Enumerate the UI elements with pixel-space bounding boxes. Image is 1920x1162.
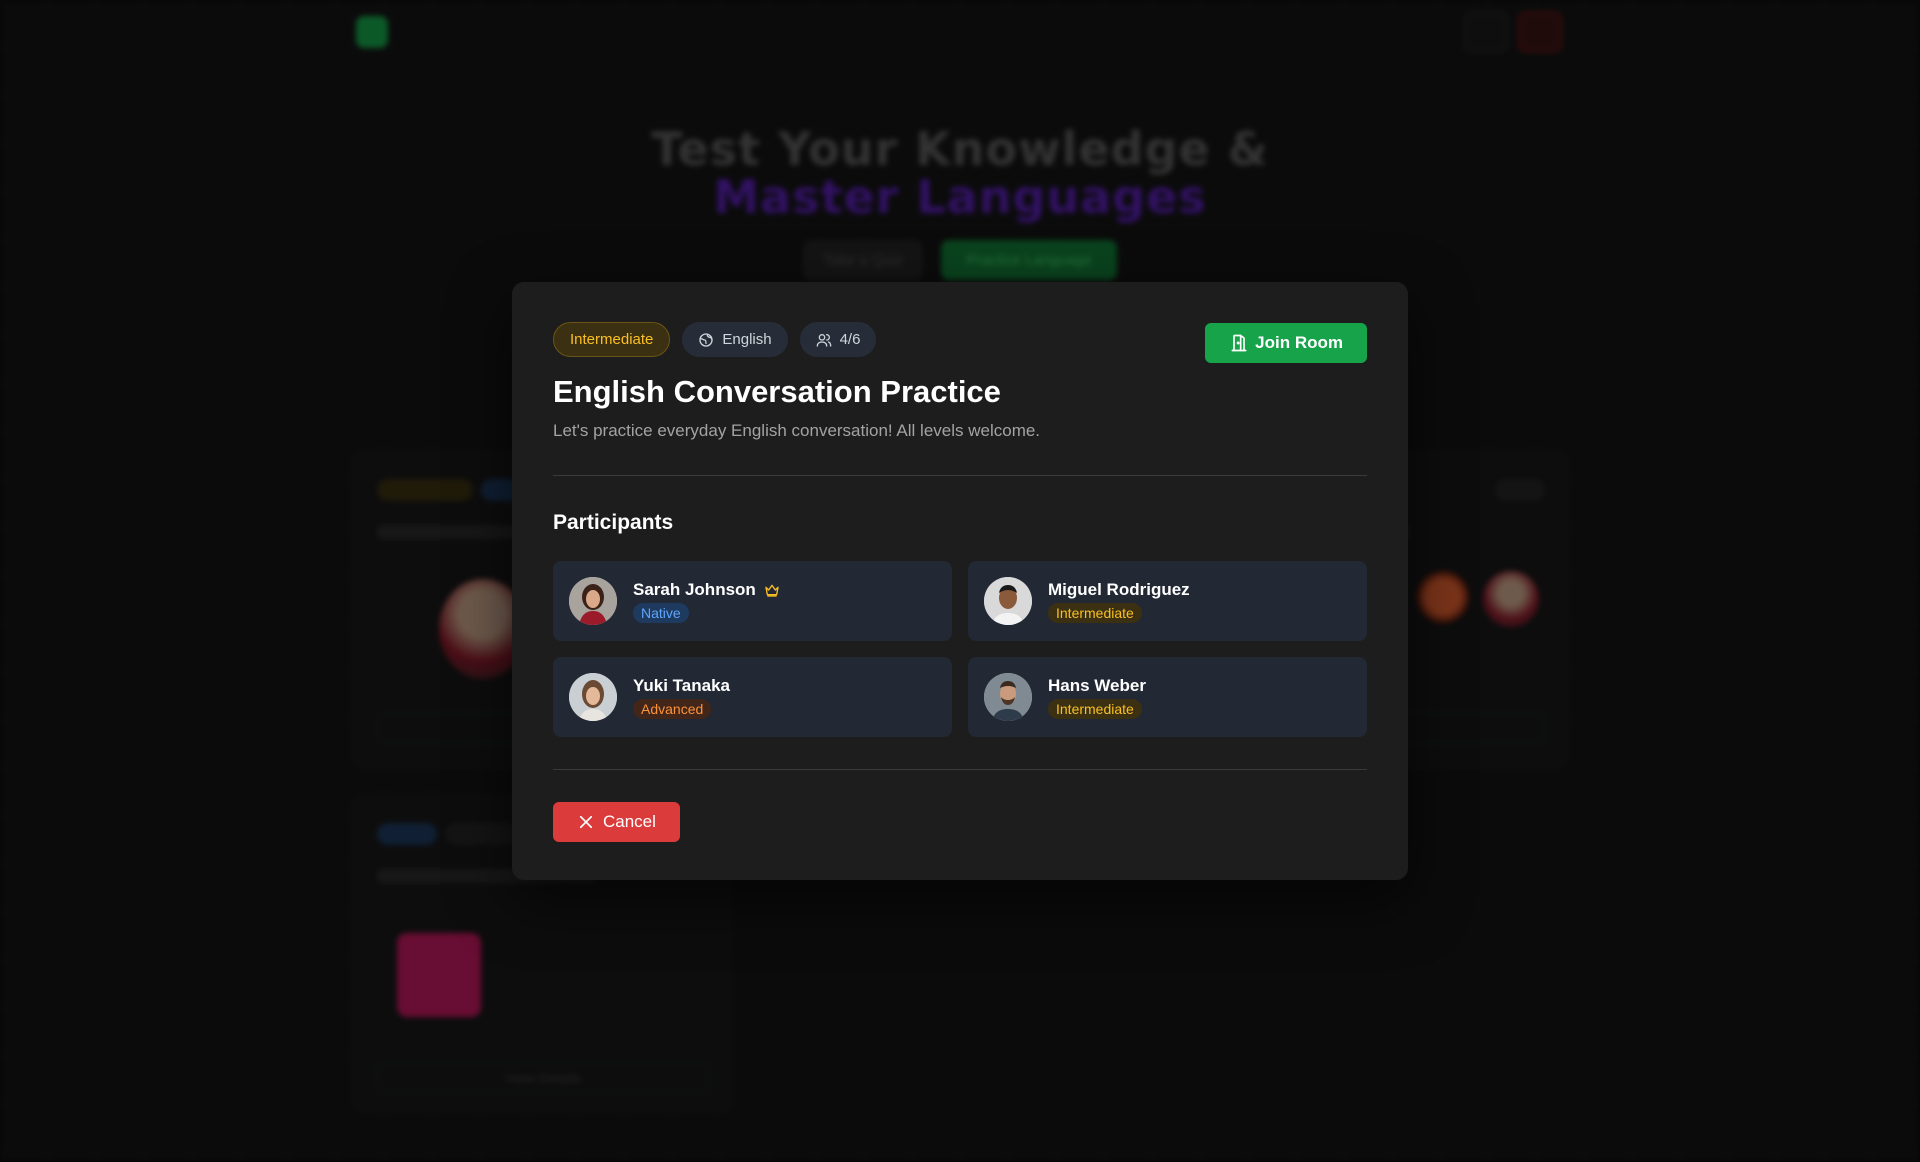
language-badge-label: English xyxy=(722,331,772,348)
participant-card: Hans Weber Intermediate xyxy=(968,657,1367,737)
avatar xyxy=(984,577,1032,625)
participant-level-badge: Advanced xyxy=(633,699,712,719)
room-title: English Conversation Practice xyxy=(553,374,1001,409)
divider xyxy=(553,475,1367,476)
participant-level-badge: Native xyxy=(633,603,689,623)
language-badge: English xyxy=(682,322,788,357)
participant-level-badge: Intermediate xyxy=(1048,699,1142,719)
avatar xyxy=(984,673,1032,721)
cancel-button[interactable]: Cancel xyxy=(553,802,680,842)
capacity-badge: 4/6 xyxy=(799,322,877,357)
participant-card: Miguel Rodriguez Intermediate xyxy=(968,561,1367,641)
level-badge: Intermediate xyxy=(553,322,671,357)
level-badge-label: Intermediate xyxy=(570,331,654,348)
participant-card: Yuki Tanaka Advanced xyxy=(553,657,952,737)
participant-name: Sarah Johnson xyxy=(633,580,756,599)
join-room-button[interactable]: Join Room xyxy=(1205,323,1367,363)
avatar xyxy=(569,577,617,625)
participants-grid: Sarah Johnson Native Miguel Rodriguez In… xyxy=(553,561,1367,737)
participant-card: Sarah Johnson Native xyxy=(553,561,952,641)
avatar xyxy=(569,673,617,721)
close-icon xyxy=(579,815,593,829)
participants-heading: Participants xyxy=(553,511,674,534)
participant-name: Yuki Tanaka xyxy=(633,676,731,695)
room-description: Let's practice everyday English conversa… xyxy=(553,421,1041,440)
join-room-label: Join Room xyxy=(1255,333,1343,352)
divider xyxy=(553,769,1367,770)
cancel-label: Cancel xyxy=(603,812,656,831)
participant-level-badge: Intermediate xyxy=(1048,603,1142,623)
participant-name: Hans Weber xyxy=(1048,676,1146,695)
globe-icon xyxy=(699,332,714,347)
crown-icon xyxy=(765,584,779,597)
participant-name: Miguel Rodriguez xyxy=(1048,580,1190,599)
users-icon xyxy=(816,333,831,347)
door-icon xyxy=(1231,334,1247,352)
capacity-badge-label: 4/6 xyxy=(839,331,861,348)
room-details-modal: Intermediate English 4/6 Join Room Engli… xyxy=(512,282,1408,880)
